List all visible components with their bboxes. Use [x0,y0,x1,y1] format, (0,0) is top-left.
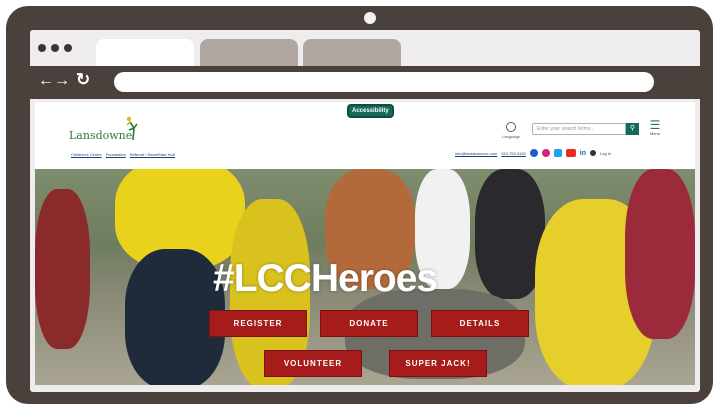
reload-icon[interactable]: ↻ [76,70,90,90]
search-button[interactable]: ⚲ [626,123,639,135]
donate-button[interactable]: DONATE [320,310,418,337]
login-link[interactable]: Log In [600,151,611,156]
hero-photo-shape [625,169,695,339]
super-jack-button[interactable]: SUPER JACK! [389,350,487,377]
globe-icon [506,122,516,132]
hero-hashtag: #LCCHeroes [213,257,438,300]
search-input[interactable]: Enter your search terms... [532,123,626,135]
site-logo[interactable]: Lansdowne [69,116,139,144]
instagram-icon[interactable] [541,149,550,157]
logo-text: Lansdowne [69,129,133,142]
window-dot[interactable] [51,44,59,52]
contact-bar: info@lansdownecc.com 519.753.3153 in Log… [455,149,611,157]
linkedin-icon[interactable]: in [580,150,586,157]
sublink-childrens-centre[interactable]: Children's Centre [71,152,102,157]
menu-label: Menu [649,131,660,136]
twitter-icon[interactable] [553,149,562,157]
tab-bar [30,30,700,66]
facebook-icon[interactable] [529,149,538,157]
hero-photo-shape [35,189,90,349]
menu-button[interactable]: ☰ Menu [647,119,663,136]
sublink-referral[interactable]: Referral / SmartStart Hub [130,152,175,157]
window-dot[interactable] [38,44,46,52]
window-controls [38,44,72,52]
back-arrow-icon[interactable]: ← [38,72,54,90]
volunteer-button[interactable]: VOLUNTEER [264,350,362,377]
language-label: Language [502,134,520,139]
youtube-icon[interactable] [565,149,576,157]
web-page: Accessibility Lansdowne Children's Centr… [35,102,695,385]
language-selector[interactable]: Language [501,122,521,139]
forward-arrow-icon[interactable]: → [54,72,70,90]
browser-tab[interactable] [303,39,401,66]
address-bar[interactable] [114,72,654,92]
browser-toolbar: ← → ↻ [30,66,700,99]
search-icon: ⚲ [629,125,636,132]
register-button[interactable]: REGISTER [209,310,307,337]
user-icon[interactable] [590,150,597,156]
hero-banner: #LCCHeroes REGISTER DONATE DETAILS VOLUN… [35,169,695,385]
browser-window: ← → ↻ Accessibility Lansdowne Children's… [30,30,700,392]
browser-tab-active[interactable] [96,39,194,66]
tablet-frame: ← → ↻ Accessibility Lansdowne Children's… [6,6,713,404]
window-dot[interactable] [64,44,72,52]
phone-link[interactable]: 519.753.3153 [501,151,525,156]
sub-navigation: Children's Centre Foundation Referral / … [71,152,175,157]
camera-dot [364,12,376,24]
accessibility-button[interactable]: Accessibility [347,104,394,118]
email-link[interactable]: info@lansdownecc.com [455,151,497,156]
hamburger-icon: ☰ [649,118,661,132]
sublink-foundation[interactable]: Foundation [106,152,126,157]
details-button[interactable]: DETAILS [431,310,529,337]
browser-tab[interactable] [200,39,298,66]
